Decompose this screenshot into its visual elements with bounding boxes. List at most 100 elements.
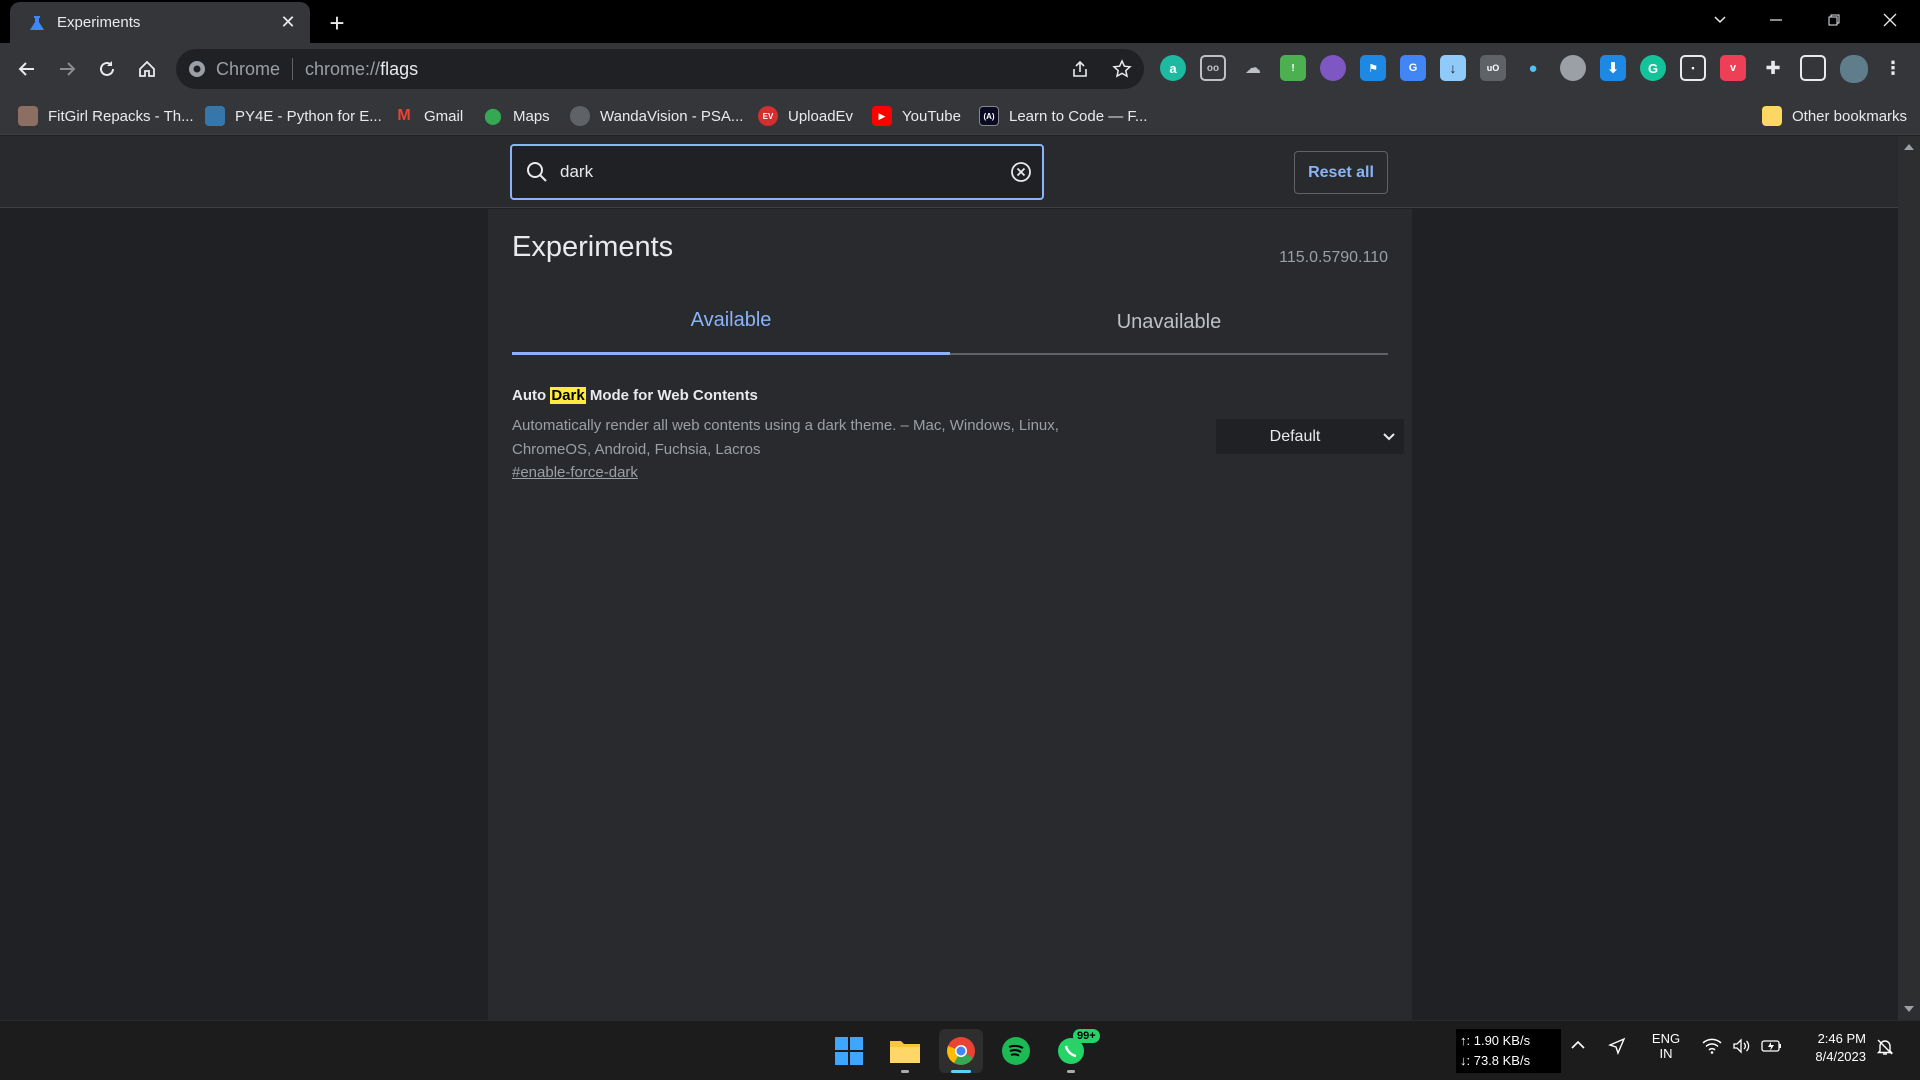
battery-charging-icon[interactable] — [1761, 1038, 1783, 1057]
reload-button[interactable] — [89, 51, 125, 87]
folder-icon — [890, 1041, 920, 1063]
extensions-puzzle-icon[interactable]: ✚ — [1760, 55, 1786, 81]
pocket-icon[interactable]: v — [1720, 55, 1746, 81]
globe-icon — [570, 106, 590, 126]
share-icon[interactable] — [1070, 59, 1090, 79]
whatsapp-badge: 99+ — [1073, 1029, 1100, 1043]
scroll-down-arrow-icon[interactable] — [1904, 1006, 1914, 1014]
chrome-logo-icon — [947, 1037, 975, 1065]
profile-avatar[interactable] — [1840, 55, 1868, 83]
wifi-icon[interactable] — [1702, 1038, 1722, 1057]
upload-speed: ↑: 1.90 KB/s — [1460, 1033, 1531, 1048]
flag-state-value: Default — [1269, 427, 1321, 445]
download-speed: ↓: 73.8 KB/s — [1460, 1053, 1531, 1068]
clock-date: 8/4/2023 — [1815, 1049, 1866, 1064]
file-explorer-button[interactable] — [883, 1029, 927, 1073]
side-panel-icon[interactable] — [1800, 55, 1826, 81]
address-bar[interactable]: Chrome chrome://flags — [176, 49, 1144, 89]
extension-flag-icon[interactable]: ⚑ — [1360, 55, 1386, 81]
url-prefix: chrome:// — [305, 58, 381, 79]
freecodecamp-icon: (A) — [979, 106, 999, 126]
omnibox-separator — [292, 58, 294, 80]
search-icon — [527, 162, 547, 182]
bookmark-youtube[interactable]: ▶ YouTube — [872, 104, 961, 128]
reset-all-button[interactable]: Reset all — [1294, 151, 1388, 194]
clock[interactable]: 2:46 PM 8/4/2023 — [1800, 1031, 1866, 1064]
spotify-button[interactable] — [994, 1029, 1038, 1073]
start-button[interactable] — [827, 1029, 871, 1073]
notification-bell-icon[interactable] — [1876, 1038, 1894, 1059]
chrome-menu-icon[interactable]: ⋮ — [1880, 55, 1906, 81]
show-hidden-icons-chevron-icon[interactable] — [1570, 1037, 1586, 1056]
other-bookmarks[interactable]: Other bookmarks — [1762, 104, 1907, 128]
chrome-taskbar-button[interactable] — [939, 1029, 983, 1073]
ublock-icon[interactable]: uO — [1480, 55, 1506, 81]
forward-arrow-icon — [60, 62, 76, 76]
bookmark-label: WandaVision - PSA... — [600, 107, 744, 125]
bookmark-py4e[interactable]: PY4E - Python for E... — [205, 104, 382, 128]
language-line-1: ENG — [1651, 1031, 1681, 1046]
bookmark-wandavision[interactable]: WandaVision - PSA... — [570, 104, 743, 128]
restore-button[interactable] — [1806, 0, 1862, 40]
tab-available[interactable]: Available — [512, 289, 950, 355]
extension-globe-icon[interactable] — [1560, 55, 1586, 81]
extension-window-icon[interactable]: ▪ — [1680, 55, 1706, 81]
extension-download-icon[interactable]: ⬇ — [1600, 55, 1626, 81]
scroll-up-arrow-icon[interactable] — [1904, 142, 1914, 150]
bookmark-label: FitGirl Repacks - Th... — [48, 107, 194, 125]
site-chip[interactable]: Chrome — [188, 59, 280, 80]
location-arrow-icon[interactable] — [1608, 1037, 1626, 1058]
bookmark-maps[interactable]: ⬤ Maps — [483, 104, 550, 128]
bookmark-label: Maps — [513, 107, 550, 125]
tab-search-icon[interactable] — [1692, 0, 1748, 40]
grammarly-icon[interactable]: G — [1640, 55, 1666, 81]
home-button[interactable] — [129, 51, 165, 87]
close-window-button[interactable] — [1862, 0, 1918, 40]
extension-cloud-icon[interactable]: ☁ — [1240, 55, 1266, 81]
extension-download-box-icon[interactable]: ↓ — [1440, 55, 1466, 81]
whatsapp-button[interactable]: 99+ — [1049, 1029, 1100, 1073]
page-title: Experiments — [512, 231, 674, 263]
chevron-down-icon — [1374, 432, 1404, 441]
bookmark-label: PY4E - Python for E... — [235, 107, 382, 125]
extension-glasses-icon[interactable]: oo — [1200, 55, 1226, 81]
network-speed-widget: ↑: 1.90 KB/s ↓: 73.8 KB/s — [1456, 1029, 1561, 1073]
bookmarks-bar: FitGirl Repacks - Th... PY4E - Python fo… — [0, 95, 1920, 135]
bookmark-uploadev[interactable]: EV UploadEv — [758, 104, 853, 128]
flag-description: Automatically render all web contents us… — [512, 417, 1059, 458]
flags-search-box[interactable]: dark — [510, 144, 1044, 200]
browser-toolbar: Chrome chrome://flags a oo ☁ ! ⚑ G ↓ uO … — [0, 43, 1920, 95]
flag-permalink[interactable]: #enable-force-dark — [512, 464, 638, 481]
flag-state-select[interactable]: Default — [1216, 419, 1404, 454]
search-input[interactable]: dark — [560, 162, 1010, 182]
tab-unavailable[interactable]: Unavailable — [950, 289, 1388, 355]
youtube-icon: ▶ — [872, 106, 892, 126]
windows-taskbar: 99+ ↑: 1.90 KB/s ↓: 73.8 KB/s ENG IN 2:4… — [0, 1020, 1920, 1080]
bookmark-fitgirl[interactable]: FitGirl Repacks - Th... — [18, 104, 194, 128]
flags-header: dark Reset all — [0, 136, 1898, 208]
extension-orb-icon[interactable] — [1320, 55, 1346, 81]
volume-icon[interactable] — [1732, 1038, 1752, 1057]
bookmark-freecodecamp[interactable]: (A) Learn to Code — F... — [979, 104, 1147, 128]
language-indicator[interactable]: ENG IN — [1650, 1031, 1682, 1061]
bookmark-star-icon[interactable] — [1112, 59, 1132, 79]
new-tab-button[interactable]: + — [322, 8, 352, 38]
back-button[interactable] — [9, 51, 45, 87]
clear-search-icon[interactable] — [1010, 161, 1032, 183]
tab-close-icon[interactable]: ✕ — [274, 9, 302, 37]
extension-a-icon[interactable]: a — [1160, 55, 1186, 81]
google-translate-icon[interactable]: G — [1400, 55, 1426, 81]
url-path: flags — [380, 58, 419, 79]
browser-tab[interactable]: Experiments ✕ — [10, 2, 310, 43]
experiments-flask-icon — [30, 15, 44, 30]
extension-puzzle-alert-icon[interactable]: ! — [1280, 55, 1306, 81]
minimize-button[interactable] — [1748, 0, 1804, 40]
fitgirl-icon — [18, 106, 38, 126]
bookmark-label: Gmail — [424, 107, 464, 125]
bookmark-gmail[interactable]: M Gmail — [394, 104, 463, 128]
page-scrollbar[interactable] — [1898, 136, 1920, 1020]
windows-logo-icon — [835, 1037, 863, 1065]
extension-robot-icon[interactable]: ● — [1520, 55, 1546, 81]
forward-button[interactable] — [49, 51, 85, 87]
chrome-icon — [189, 61, 205, 77]
